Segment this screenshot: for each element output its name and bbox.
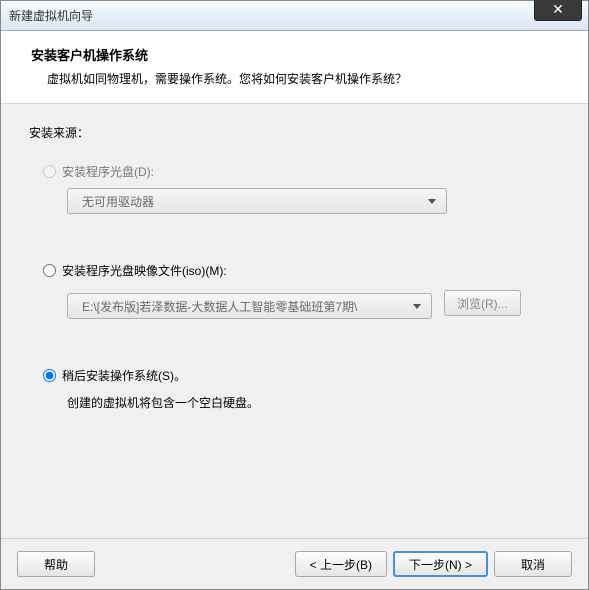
disc-dropdown-value: 无可用驱动器 bbox=[82, 193, 422, 210]
help-button[interactable]: 帮助 bbox=[17, 551, 95, 577]
content-area: 安装来源： 安装程序光盘(D): 无可用驱动器 安装程序光盘映像文件(iso)(… bbox=[1, 104, 588, 538]
page-subtitle: 虚拟机如同物理机，需要操作系统。您将如何安装客户机操作系统？ bbox=[25, 70, 564, 87]
option-disc-radio-row: 安装程序光盘(D): bbox=[43, 163, 560, 180]
option-disc-block: 安装程序光盘(D): 无可用驱动器 bbox=[43, 163, 560, 214]
window-title: 新建虚拟机向导 bbox=[9, 7, 93, 24]
option-later-radio-row[interactable]: 稍后安装操作系统(S)。 bbox=[43, 367, 560, 384]
disc-dropdown: 无可用驱动器 bbox=[67, 188, 447, 214]
iso-path-dropdown: E:\[发布版]若泽数据-大数据人工智能零基础班第7期\ bbox=[67, 293, 432, 319]
footer-right-buttons: < 上一步(B) 下一步(N) > 取消 bbox=[295, 551, 572, 577]
source-label: 安装来源： bbox=[29, 124, 560, 141]
chevron-down-icon bbox=[413, 304, 421, 309]
footer: 帮助 < 上一步(B) 下一步(N) > 取消 bbox=[1, 538, 588, 589]
later-hint: 创建的虚拟机将包含一个空白硬盘。 bbox=[67, 394, 560, 411]
option-later-block: 稍后安装操作系统(S)。 创建的虚拟机将包含一个空白硬盘。 bbox=[43, 367, 560, 411]
radio-later[interactable] bbox=[43, 369, 56, 382]
page-title: 安装客户机操作系统 bbox=[25, 45, 564, 64]
option-iso-block: 安装程序光盘映像文件(iso)(M): E:\[发布版]若泽数据-大数据人工智能… bbox=[43, 262, 560, 319]
option-iso-radio-row[interactable]: 安装程序光盘映像文件(iso)(M): bbox=[43, 262, 560, 279]
next-button[interactable]: 下一步(N) > bbox=[393, 551, 488, 577]
radio-later-label: 稍后安装操作系统(S)。 bbox=[62, 367, 186, 384]
radio-disc bbox=[43, 165, 56, 178]
radio-iso-label: 安装程序光盘映像文件(iso)(M): bbox=[62, 262, 227, 279]
close-icon: ✕ bbox=[552, 1, 564, 17]
close-button[interactable]: ✕ bbox=[534, 0, 582, 21]
browse-button: 浏览(R)... bbox=[444, 290, 521, 316]
option-group: 安装程序光盘(D): 无可用驱动器 安装程序光盘映像文件(iso)(M): E:… bbox=[43, 163, 560, 411]
chevron-down-icon bbox=[428, 199, 436, 204]
cancel-button[interactable]: 取消 bbox=[494, 551, 572, 577]
radio-iso[interactable] bbox=[43, 264, 56, 277]
iso-path-value: E:\[发布版]若泽数据-大数据人工智能零基础班第7期\ bbox=[82, 298, 407, 315]
wizard-window: 新建虚拟机向导 ✕ 安装客户机操作系统 虚拟机如同物理机，需要操作系统。您将如何… bbox=[0, 0, 589, 590]
radio-disc-label: 安装程序光盘(D): bbox=[62, 163, 154, 180]
back-button[interactable]: < 上一步(B) bbox=[295, 551, 387, 577]
iso-row: E:\[发布版]若泽数据-大数据人工智能零基础班第7期\ 浏览(R)... bbox=[67, 287, 560, 319]
header-panel: 安装客户机操作系统 虚拟机如同物理机，需要操作系统。您将如何安装客户机操作系统？ bbox=[1, 31, 588, 104]
titlebar: 新建虚拟机向导 ✕ bbox=[1, 1, 588, 31]
